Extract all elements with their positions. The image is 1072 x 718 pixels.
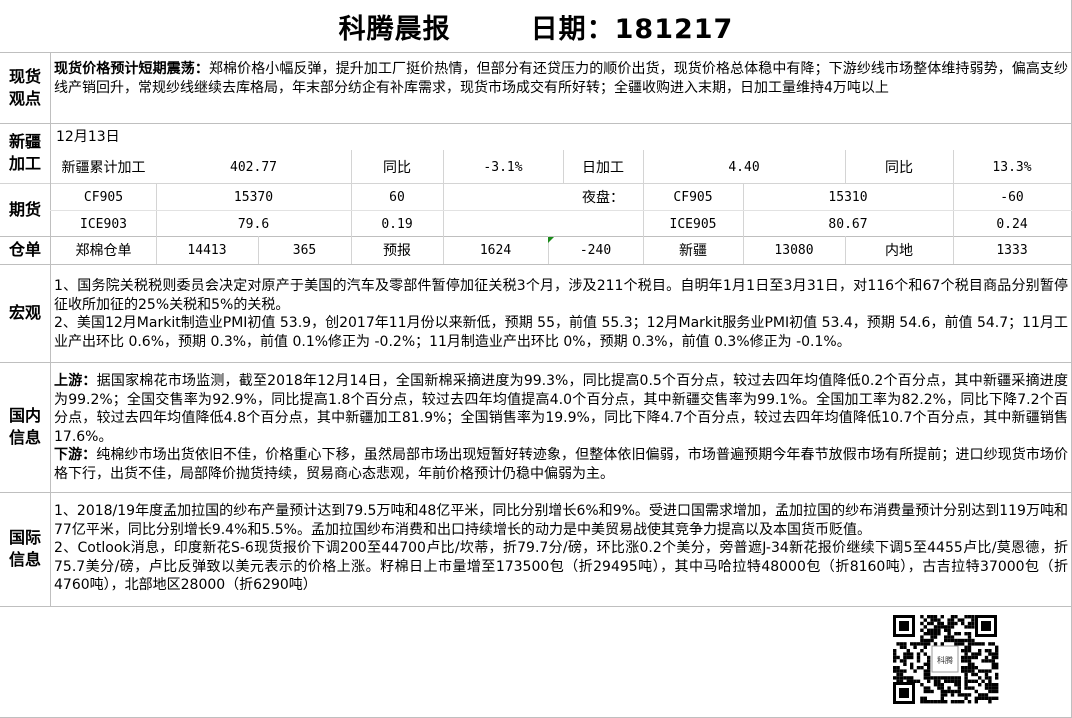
warehouse-value: 14413 bbox=[187, 242, 227, 258]
domestic-text: 上游：据国家棉花市场监测，截至2018年12月14日，全国新棉采摘进度为99.3… bbox=[54, 372, 1068, 483]
divider bbox=[0, 123, 1072, 124]
futures-price: 80.67 bbox=[828, 216, 868, 232]
warehouse-label: 郑棉仓单 bbox=[75, 243, 132, 259]
xinjiang-warehouse-label: 新疆 bbox=[679, 243, 707, 259]
section-label-text: 新疆 加工 bbox=[8, 132, 41, 173]
futures-price: 79.6 bbox=[237, 216, 270, 232]
processing-date: 12月13日 bbox=[56, 129, 120, 145]
daily-label: 日加工 bbox=[582, 160, 624, 176]
report-sheet: 科腾晨报 日期：181217 现货 观点 新疆 加工 期货 仓单 宏观 国内 信… bbox=[0, 0, 1072, 718]
spot-view-lead: 现货价格预计短期震荡： bbox=[54, 61, 209, 77]
downstream-text: 纯棉纱市场出货依旧不佳，价格重心下移，虽然局部市场出现短暂好转迹象，但整体依旧偏… bbox=[54, 447, 1069, 482]
forecast-change: -240 bbox=[579, 242, 612, 258]
upstream-text: 据国家棉花市场监测，截至2018年12月14日，全国新棉采摘进度为99.3%，同… bbox=[54, 373, 1068, 445]
section-label-xinjiang: 新疆 加工 bbox=[0, 123, 50, 183]
divider bbox=[0, 606, 1072, 607]
section-label-text: 国内 信息 bbox=[8, 406, 41, 447]
section-label-text: 仓单 bbox=[8, 240, 41, 259]
cumulative-yoy: -3.1% bbox=[483, 159, 523, 175]
cumulative-yoy-label: 同比 bbox=[383, 160, 411, 176]
section-label-futures: 期货 bbox=[0, 183, 50, 236]
section-label-domestic: 国内 信息 bbox=[0, 362, 50, 492]
daily-value: 4.40 bbox=[728, 159, 760, 175]
cumulative-label: 新疆累计加工 bbox=[61, 160, 146, 176]
forecast-label: 预报 bbox=[383, 243, 411, 259]
warehouse-change: 365 bbox=[292, 242, 317, 258]
section-label-text: 国际 信息 bbox=[8, 528, 41, 569]
international-item: 2、Cotlook消息，印度新花S-6现货报价下调200至44700卢比/坎蒂，… bbox=[54, 540, 1068, 593]
futures-contract: ICE905 bbox=[669, 216, 717, 232]
macro-item: 1、国务院关税税则委员会决定对原产于美国的汽车及零部件暂停加征关税3个月，涉及2… bbox=[54, 278, 1068, 313]
futures-change: 0.19 bbox=[381, 216, 413, 232]
section-label-international: 国际 信息 bbox=[0, 492, 50, 606]
macro-text: 1、国务院关税税则委员会决定对原产于美国的汽车及零部件暂停加征关税3个月，涉及2… bbox=[54, 277, 1068, 351]
report-date: 日期：181217 bbox=[530, 13, 734, 45]
forecast-value: 1624 bbox=[479, 242, 512, 258]
divider bbox=[0, 362, 1072, 363]
daily-yoy-label: 同比 bbox=[885, 160, 913, 176]
cumulative-value: 402.77 bbox=[230, 159, 277, 175]
inland-warehouse-label: 内地 bbox=[885, 243, 913, 259]
section-label-warehouse: 仓单 bbox=[0, 236, 50, 264]
international-item: 1、2018/19年度孟加拉国的纱布产量预计达到79.5万吨和48亿平米，同比分… bbox=[54, 503, 1068, 538]
qr-code-image: 科腾 bbox=[891, 613, 999, 706]
night-session-label: 夜盘： bbox=[582, 190, 624, 206]
downstream-paragraph: 下游：纯棉纱市场出货依旧不佳，价格重心下移，虽然局部市场出现短暂好转迹象，但整体… bbox=[54, 446, 1068, 483]
divider bbox=[0, 492, 1072, 493]
upstream-paragraph: 上游：据国家棉花市场监测，截至2018年12月14日，全国新棉采摘进度为99.3… bbox=[54, 372, 1068, 446]
futures-change: 0.24 bbox=[996, 216, 1028, 232]
divider bbox=[0, 264, 1072, 265]
section-label-text: 宏观 bbox=[8, 303, 41, 322]
inland-warehouse-value: 1333 bbox=[996, 242, 1028, 258]
xinjiang-warehouse-value: 13080 bbox=[774, 242, 814, 258]
futures-price: 15370 bbox=[233, 189, 274, 205]
futures-change: 60 bbox=[389, 189, 405, 205]
spot-view-text: 现货价格预计短期震荡：郑棉价格小幅反弹，提升加工厂挺价热情，但部分有还贷压力的顺… bbox=[54, 60, 1068, 97]
report-name: 科腾晨报 bbox=[338, 13, 451, 45]
night-contract: CF905 bbox=[673, 189, 713, 205]
section-label-text: 期货 bbox=[8, 199, 41, 219]
report-title: 科腾晨报 日期：181217 bbox=[0, 0, 1072, 52]
international-text: 1、2018/19年度孟加拉国的纱布产量预计达到79.5万吨和48亿平米，同比分… bbox=[54, 502, 1068, 595]
night-price: 15310 bbox=[828, 189, 868, 205]
section-label-text: 现货 观点 bbox=[8, 66, 41, 108]
night-change: -60 bbox=[1000, 189, 1024, 205]
label-column-divider bbox=[50, 52, 51, 606]
macro-item: 2、美国12月Markit制造业PMI初值 53.9，创2017年11月份以来新… bbox=[54, 315, 1068, 350]
qr-logo-text: 科腾 bbox=[937, 655, 953, 665]
futures-contract: ICE903 bbox=[80, 216, 127, 232]
downstream-label: 下游： bbox=[54, 447, 97, 463]
upstream-label: 上游： bbox=[54, 373, 97, 389]
daily-yoy: 13.3% bbox=[992, 159, 1032, 175]
section-label-spot: 现货 观点 bbox=[0, 52, 50, 123]
section-label-macro: 宏观 bbox=[0, 264, 50, 362]
futures-contract: CF905 bbox=[83, 189, 124, 205]
divider bbox=[0, 52, 1072, 53]
